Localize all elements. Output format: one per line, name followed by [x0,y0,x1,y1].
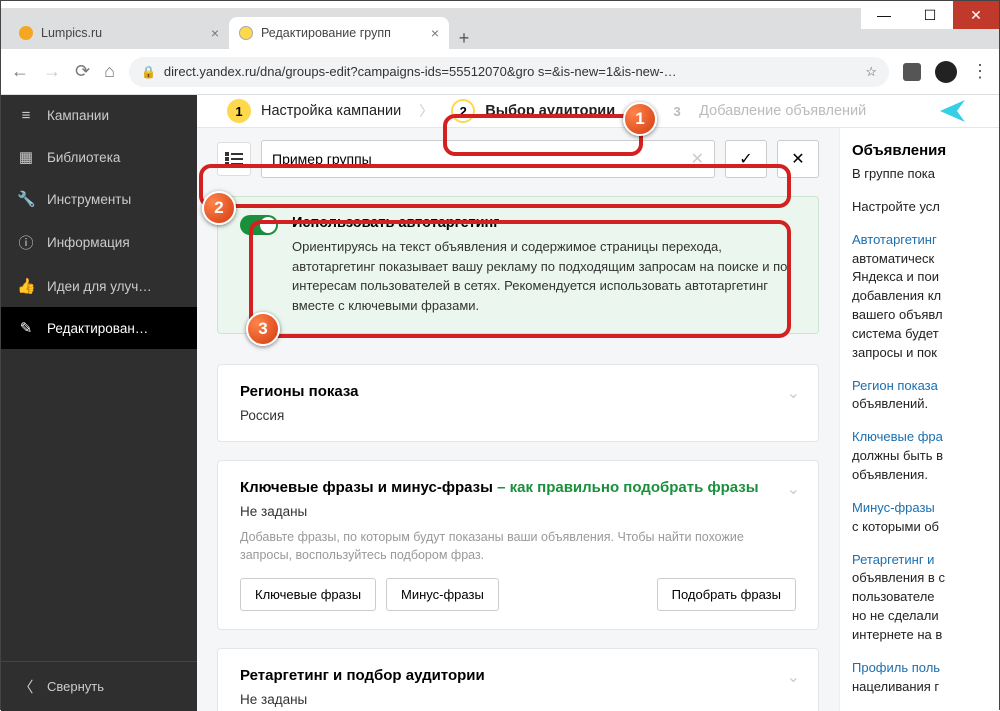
sidebar-item-edit[interactable]: ✎ Редактирован… [1,307,197,349]
nav-reload-icon[interactable]: ⟳ [75,61,90,82]
window-close[interactable]: ✕ [953,1,999,29]
retargeting-value: Не заданы [240,692,796,707]
help-text: В группе пока [852,165,999,184]
autotargeting-text: Ориентируясь на текст объявления и содер… [292,237,796,315]
wizard-steps: 1 Настройка кампании 〉 2 Выбор аудитории… [197,95,999,128]
sidebar-label: Редактирован… [47,321,148,336]
chevron-down-icon: ⌄ [787,383,800,403]
autotargeting-title: Использовать автотаргетинг [292,215,796,231]
help-link[interactable]: Автотаргетинг [852,232,937,247]
autotargeting-card: Использовать автотаргетинг Ориентируясь … [217,196,819,334]
chevron-down-icon: ⌄ [787,479,800,499]
window-min[interactable]: — [861,1,907,29]
suggest-keywords-button[interactable]: Подобрать фразы [657,578,796,611]
keywords-button[interactable]: Ключевые фразы [240,578,376,611]
chevron-down-icon: ⌄ [787,667,800,687]
browser-tabstrip: Lumpics.ru × Редактирование групп × + [1,9,999,49]
retargeting-title: Ретаргетинг и подбор аудитории [240,667,796,684]
collapse-label: Свернуть [47,679,104,694]
step-2-label[interactable]: Выбор аудитории [485,103,615,119]
help-link[interactable]: Минус-фразы [852,500,935,515]
sidebar-item-library[interactable]: ▦ Библиотека [1,136,197,178]
autotargeting-toggle[interactable] [240,215,278,235]
address-bar[interactable]: 🔒 direct.yandex.ru/dna/groups-edit?campa… [129,57,889,87]
step-1-badge: 1 [227,99,251,123]
sidebar-label: Библиотека [47,150,120,165]
titlebar [1,1,999,9]
callout-3: 3 [246,312,280,346]
library-icon: ▦ [17,148,35,166]
clear-input-icon[interactable]: ✕ [691,149,704,169]
nav-home-icon[interactable]: ⌂ [104,61,115,82]
help-text: Настройте усл [852,198,999,217]
group-name-input-wrap: ✕ [261,140,715,178]
help-link[interactable]: Регион показа [852,378,938,393]
sidebar-item-campaigns[interactable]: ≡ Кампании [1,95,197,136]
sidebar-item-ideas[interactable]: 👍 Идеи для улуч… [1,265,197,307]
regions-value: Россия [240,408,796,423]
chevron-left-icon: 〈 [17,676,35,697]
extension-icon[interactable] [903,63,921,81]
step-1-label[interactable]: Настройка кампании [261,103,401,119]
help-pane: Объявления В группе пока Настройте усл А… [839,128,999,711]
send-button[interactable] [937,95,969,127]
list-view-button[interactable] [217,142,251,176]
nav-back-icon[interactable]: ← [11,61,29,82]
step-2-badge: 2 [451,99,475,123]
sidebar-collapse[interactable]: 〈 Свернуть [1,661,197,711]
info-icon: ⓘ [17,232,35,253]
profile-avatar[interactable] [935,61,957,83]
tab-label: Редактирование групп [261,26,391,40]
main-content: ✕ ✓ ✕ Использовать автотаргетинг Ориенти… [197,128,839,711]
help-link[interactable]: Ключевые фра [852,429,943,444]
callout-1: 1 [623,102,657,136]
cancel-button[interactable]: ✕ [777,140,819,178]
retargeting-card[interactable]: ⌄ Ретаргетинг и подбор аудитории Не зада… [217,648,819,711]
tab-close-icon[interactable]: × [431,25,439,41]
lock-icon: 🔒 [141,65,156,79]
pencil-icon: ✎ [17,319,35,337]
negative-keywords-button[interactable]: Минус-фразы [386,578,499,611]
help-link[interactable]: Профиль поль [852,660,940,675]
wrench-icon: 🔧 [17,190,35,208]
regions-card[interactable]: ⌄ Регионы показа Россия [217,364,819,442]
new-tab-button[interactable]: + [449,28,479,49]
sidebar-label: Кампании [47,108,109,123]
sidebar-label: Инструменты [47,192,131,207]
help-title: Объявления [852,142,999,159]
url-text: direct.yandex.ru/dna/groups-edit?campaig… [164,64,857,79]
menu-icon: ≡ [17,107,35,124]
thumb-icon: 👍 [17,277,35,295]
menu-dots-icon[interactable]: ⋮ [971,61,989,82]
browser-tab-active[interactable]: Редактирование групп × [229,17,449,49]
nav-forward-icon[interactable]: → [43,61,61,82]
window-max[interactable]: ☐ [907,1,953,29]
favicon-icon [239,26,253,40]
browser-toolbar: ← → ⟳ ⌂ 🔒 direct.yandex.ru/dna/groups-ed… [1,49,999,95]
chevron-right-icon: 〉 [419,101,433,121]
favicon-icon [19,26,33,40]
confirm-button[interactable]: ✓ [725,140,767,178]
regions-title: Регионы показа [240,383,796,400]
sidebar-item-info[interactable]: ⓘ Информация [1,220,197,265]
keywords-title: Ключевые фразы и минус-фразы – как прави… [240,479,796,496]
sidebar-item-tools[interactable]: 🔧 Инструменты [1,178,197,220]
bookmark-star-icon[interactable]: ☆ [865,64,877,80]
step-3-label[interactable]: Добавление объявлений [699,103,866,119]
tab-label: Lumpics.ru [41,26,102,40]
keywords-help-link[interactable]: – как правильно подобрать фразы [497,479,758,496]
group-name-row: ✕ ✓ ✕ [217,140,819,178]
tab-close-icon[interactable]: × [211,25,219,41]
help-link[interactable]: Ретаргетинг и [852,552,934,567]
sidebar-label: Идеи для улуч… [47,279,152,294]
sidebar: ≡ Кампании ▦ Библиотека 🔧 Инструменты ⓘ Инфо… [1,95,197,711]
sidebar-label: Информация [47,235,130,250]
keywords-hint: Добавьте фразы, по которым будут показан… [240,529,796,564]
callout-2: 2 [202,191,236,225]
group-name-input[interactable] [272,151,691,167]
keywords-card: ⌄ Ключевые фразы и минус-фразы – как пра… [217,460,819,630]
keywords-value: Не заданы [240,504,796,519]
step-3-badge: 3 [665,99,689,123]
browser-tab[interactable]: Lumpics.ru × [9,17,229,49]
